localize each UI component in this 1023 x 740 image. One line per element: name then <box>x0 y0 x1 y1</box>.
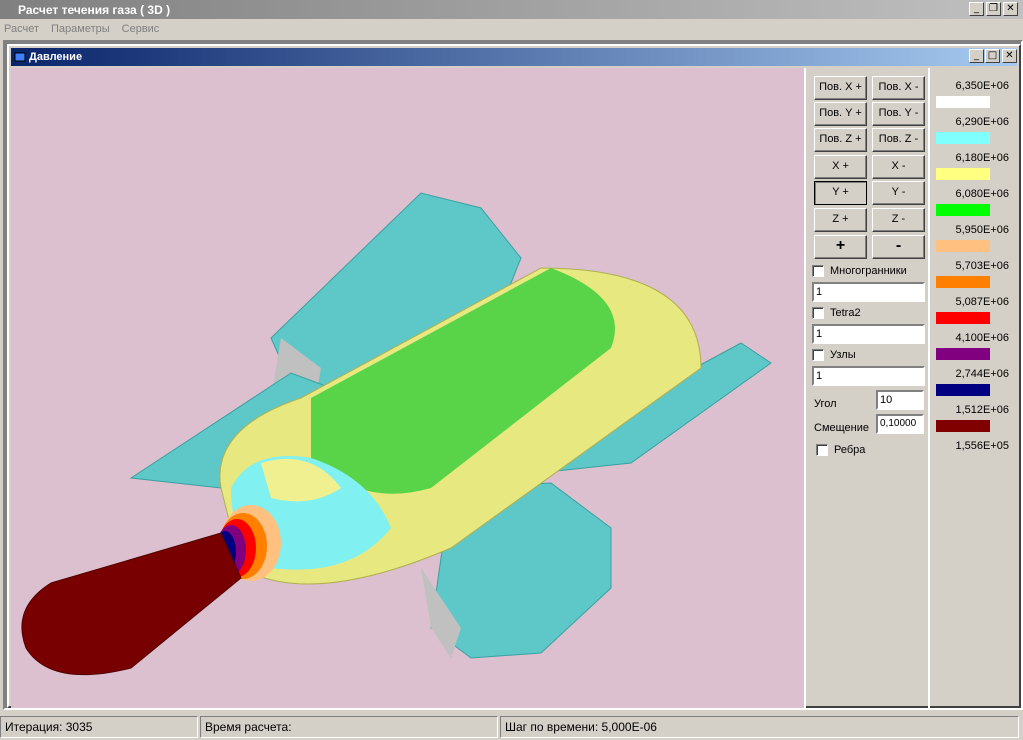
rotate-x-minus-button[interactable]: Пов. X - <box>872 76 925 100</box>
rotate-x-plus-button[interactable]: Пов. X + <box>814 76 867 100</box>
legend-value: 1,556E+05 <box>955 440 1009 452</box>
rotate-z-minus-button[interactable]: Пов. Z - <box>872 128 925 152</box>
pressure-3d-model <box>21 192 772 676</box>
move-z-plus-button[interactable]: Z + <box>814 208 867 232</box>
child-maximize-icon[interactable]: □ <box>985 49 1000 63</box>
rotate-z-plus-button[interactable]: Пов. Z + <box>814 128 867 152</box>
offset-label: Смещение <box>814 422 870 434</box>
legend-swatch <box>936 276 990 288</box>
restore-icon[interactable]: ❐ <box>986 2 1001 16</box>
legend-value: 6,180E+06 <box>955 152 1009 164</box>
checkbox-box[interactable] <box>812 307 824 319</box>
control-panel: Пов. X + Пов. X - Пов. Y + Пов. Y - Пов.… <box>804 68 928 708</box>
edges-checkbox[interactable]: Ребра <box>816 444 865 456</box>
checkbox-box[interactable] <box>816 444 828 456</box>
polyhedra-checkbox[interactable]: Многогранники <box>812 265 907 277</box>
legend-swatch <box>936 420 990 432</box>
minimize-icon[interactable]: _ <box>969 2 984 16</box>
exhaust-plume <box>21 532 242 676</box>
child-minimize-icon[interactable]: _ <box>969 49 984 63</box>
legend-value: 4,100E+06 <box>955 332 1009 344</box>
child-close-icon[interactable]: ✕ <box>1002 49 1017 63</box>
edges-label: Ребра <box>834 444 866 456</box>
zoom-out-button[interactable]: - <box>872 235 925 259</box>
app-title: Расчет течения газа ( 3D ) <box>18 2 171 17</box>
polyhedra-label: Многогранники <box>830 265 907 277</box>
nodes-input[interactable]: 1 <box>812 366 925 386</box>
tetra2-checkbox[interactable]: Tetra2 <box>812 307 861 319</box>
move-y-minus-button[interactable]: Y - <box>872 181 925 205</box>
angle-label: Угол <box>814 398 837 410</box>
legend-swatch <box>936 132 990 144</box>
rotate-y-minus-button[interactable]: Пов. Y - <box>872 102 925 126</box>
nodes-checkbox[interactable]: Узлы <box>812 349 856 361</box>
pressure-window: Давление _ □ ✕ Пов. X + Пов. X - Пов. Y … <box>7 44 1021 708</box>
legend-value: 1,512E+06 <box>955 404 1009 416</box>
checkbox-box[interactable] <box>812 349 824 361</box>
legend-value: 6,290E+06 <box>955 116 1009 128</box>
menu-calc[interactable]: Расчет <box>4 23 39 35</box>
tetra2-label: Tetra2 <box>830 307 861 319</box>
window-icon[interactable] <box>14 51 26 63</box>
legend-swatch <box>936 204 990 216</box>
pressure-legend: 6,350E+06 6,290E+06 6,180E+06 6,080E+06 … <box>928 68 1017 708</box>
legend-value: 6,080E+06 <box>955 188 1009 200</box>
checkbox-box[interactable] <box>812 265 824 277</box>
child-titlebar: Давление _ □ ✕ <box>11 48 1017 66</box>
rotate-y-plus-button[interactable]: Пов. Y + <box>814 102 867 126</box>
legend-value: 2,744E+06 <box>955 368 1009 380</box>
legend-swatch <box>936 240 990 252</box>
legend-swatch <box>936 168 990 180</box>
legend-value: 5,087E+06 <box>955 296 1009 308</box>
zoom-in-button[interactable]: + <box>814 235 867 259</box>
render-viewport[interactable] <box>11 68 804 708</box>
legend-swatch <box>936 384 990 396</box>
status-iteration: Итерация: 3035 <box>0 716 198 738</box>
close-icon[interactable]: ✕ <box>1003 2 1018 16</box>
nodes-label: Узлы <box>830 349 856 361</box>
legend-value: 6,350E+06 <box>955 80 1009 92</box>
mdi-area: Давление _ □ ✕ Пов. X + Пов. X - Пов. Y … <box>3 40 1023 710</box>
move-y-plus-button[interactable]: Y + <box>814 181 867 205</box>
legend-swatch <box>936 312 990 324</box>
move-x-minus-button[interactable]: X - <box>872 155 925 179</box>
legend-value: 5,703E+06 <box>955 260 1009 272</box>
menu-service[interactable]: Сервис <box>122 23 160 35</box>
app-titlebar: Расчет течения газа ( 3D ) _ ❐ ✕ <box>0 0 1023 19</box>
tetra2-input[interactable]: 1 <box>812 324 925 344</box>
status-bar: Итерация: 3035 Время расчета: Шаг по вре… <box>0 714 1023 740</box>
move-z-minus-button[interactable]: Z - <box>872 208 925 232</box>
legend-value: 5,950E+06 <box>955 224 1009 236</box>
legend-swatch <box>936 348 990 360</box>
legend-swatch <box>936 96 990 108</box>
menu-bar: Расчет Параметры Сервис <box>0 19 1023 38</box>
status-time-step: Шаг по времени: 5,000E-06 <box>500 716 1019 738</box>
move-x-plus-button[interactable]: X + <box>814 155 867 179</box>
angle-input[interactable]: 10 <box>876 390 924 410</box>
polyhedra-input[interactable]: 1 <box>812 282 925 302</box>
menu-params[interactable]: Параметры <box>51 23 110 35</box>
offset-input[interactable]: 0,10000 <box>876 414 924 434</box>
status-calc-time: Время расчета: <box>200 716 498 738</box>
